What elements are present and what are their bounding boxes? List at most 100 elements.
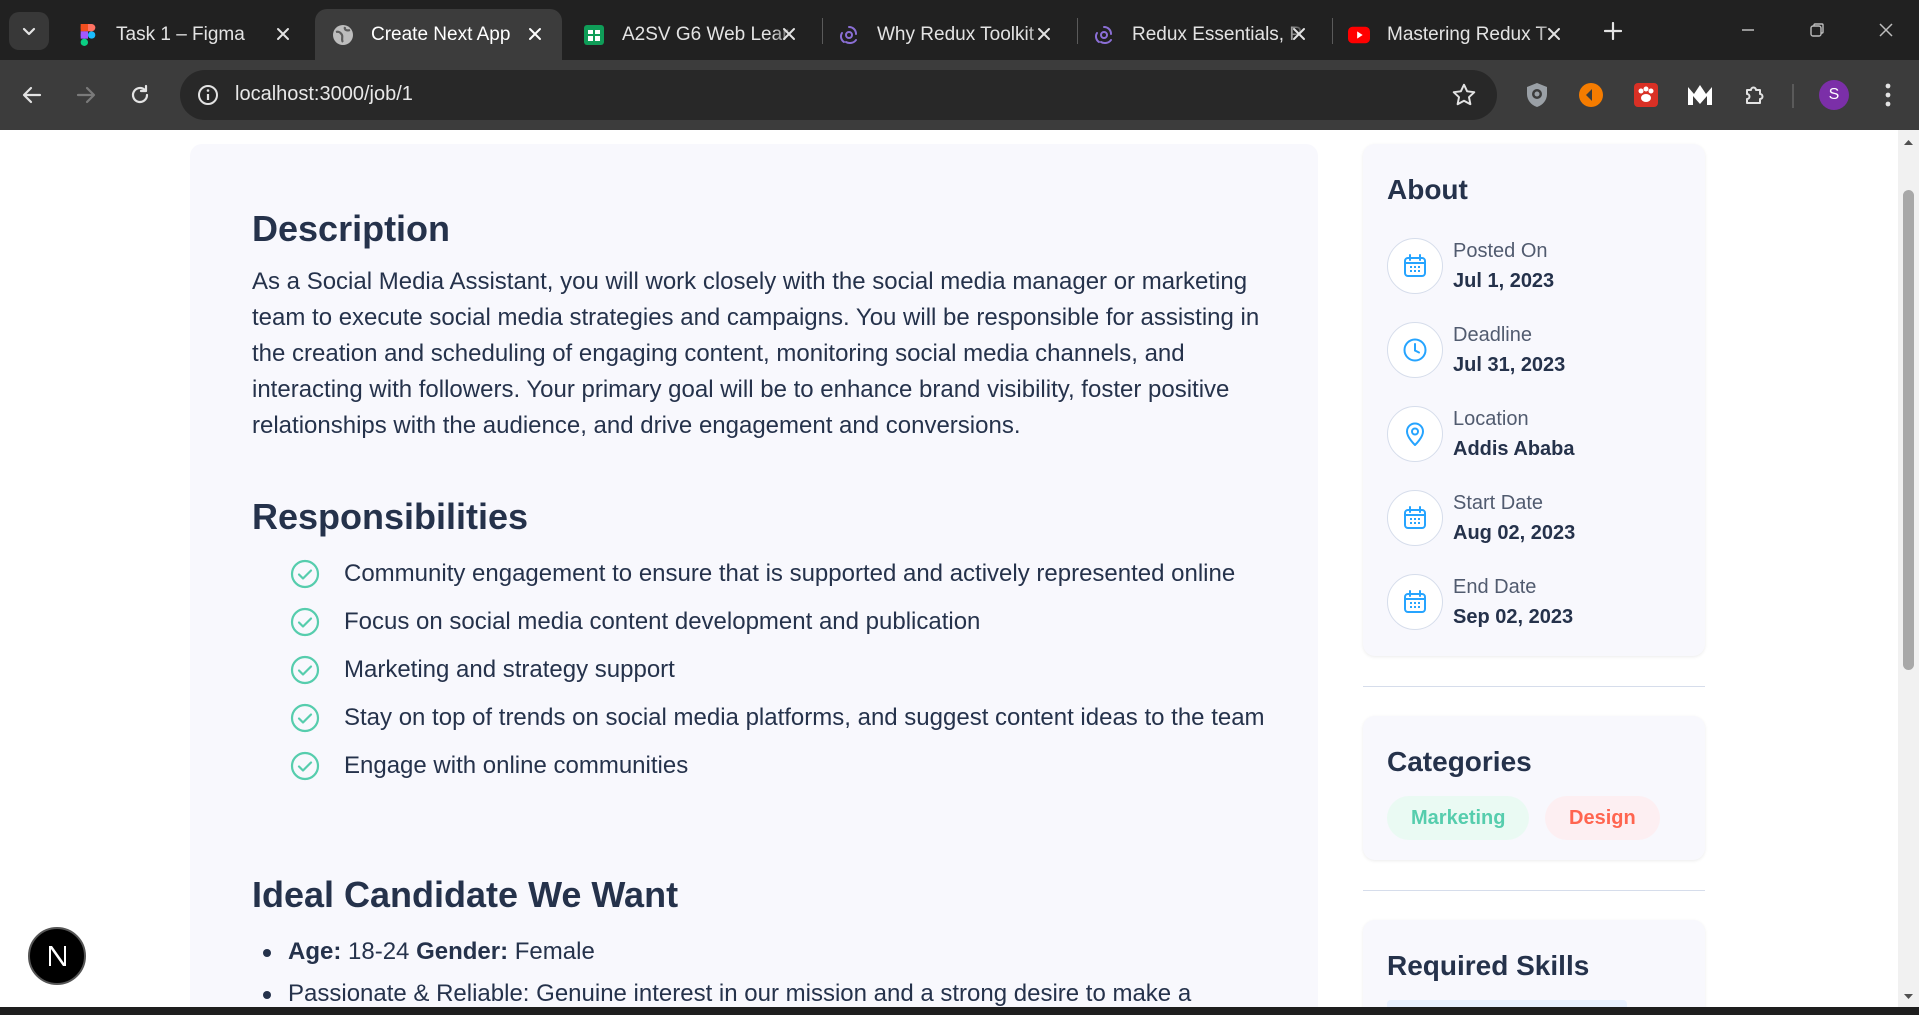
browser-tab-mastering-redux[interactable]: Mastering Redux T [1331,9,1581,60]
browser-menu-button[interactable] [1873,80,1903,110]
plus-icon [1604,22,1622,40]
check-circle-icon [290,607,320,637]
check-circle-icon [290,703,320,733]
about-row-deadline: Deadline Jul 31, 2023 [1387,322,1687,380]
close-icon[interactable] [1035,25,1053,43]
arrow-left-icon [22,86,42,104]
window-bottom-edge [0,1007,1919,1015]
description-text: As a Social Media Assistant, you will wo… [252,268,1260,439]
about-row-location: Location Addis Ababa [1387,406,1687,464]
browser-tab-create-next-app[interactable]: Create Next App [315,9,562,60]
calendar-icon [1387,574,1443,630]
responsibilities-heading: Responsibilities [252,496,529,537]
extension-m[interactable] [1685,80,1715,110]
responsibilities-list: Community engagement to ensure that is s… [290,556,1270,796]
toolbar-separator [1792,84,1794,108]
close-icon[interactable] [1290,25,1308,43]
about-label: Start Date [1453,492,1544,514]
location-pin-icon [1387,406,1443,462]
scroll-down-arrow-icon[interactable] [1902,990,1915,1003]
about-card: About Posted On Jul 1, 2023 Deadline Jul… [1363,144,1705,656]
tab-search-button[interactable] [9,12,49,50]
required-skills-card: Required Skills [1363,920,1705,1007]
close-icon [1879,23,1893,37]
about-label: Deadline [1453,324,1532,346]
tab-title: Create Next App [371,23,511,45]
sidebar-divider [1363,890,1705,891]
responsibility-text: Stay on top of trends on social media pl… [344,704,1265,731]
forward-button[interactable] [68,77,104,113]
list-item: Community engagement to ensure that is s… [290,556,1270,592]
list-item: Focus on social media content developmen… [290,604,1270,640]
about-value: Jul 31, 2023 [1453,354,1566,376]
arrow-right-icon [76,86,96,104]
bookmark-star-icon[interactable] [1451,82,1477,108]
about-value: Aug 02, 2023 [1453,522,1576,544]
responsibility-text: Engage with online communities [344,752,689,779]
nextjs-dev-indicator[interactable] [28,927,86,985]
sidebar-divider [1363,686,1705,687]
categories-heading: Categories [1387,746,1532,777]
puzzle-icon [1746,86,1764,104]
redux-icon [1093,24,1115,46]
tab-title: Task 1 – Figma [116,23,245,45]
new-tab-button[interactable] [1597,15,1629,47]
restore-window-button[interactable] [1797,14,1837,46]
close-icon[interactable] [526,25,544,43]
close-icon[interactable] [1545,25,1563,43]
extension-orange[interactable] [1576,80,1606,110]
close-icon[interactable] [274,25,292,43]
category-chip-marketing[interactable]: Marketing [1387,796,1530,840]
age-label: Age: [288,938,342,965]
scrollbar-thumb[interactable] [1903,190,1914,670]
extension-shield[interactable] [1522,80,1552,110]
about-value: Addis Ababa [1453,438,1575,460]
browser-toolbar: localhost:3000/job/1 S [0,60,1919,130]
check-circle-icon [290,559,320,589]
reload-icon [131,84,149,104]
reload-button[interactable] [122,77,158,113]
scroll-up-arrow-icon[interactable] [1902,136,1915,149]
minimize-window-button[interactable] [1728,14,1768,46]
more-vertical-icon [1885,83,1891,107]
categories-card: Categories Marketing Design [1363,716,1705,860]
tab-title: Why Redux Toolkit [877,23,1034,45]
tab-title: Mastering Redux T [1387,23,1548,45]
close-window-button[interactable] [1866,14,1906,46]
skill-chip [1387,1000,1627,1007]
browser-tab-figma[interactable]: Task 1 – Figma [60,9,310,60]
page-viewport: Description As a Social Media Assistant,… [0,130,1898,1007]
about-row-posted-on: Posted On Jul 1, 2023 [1387,238,1687,296]
extension-orange-icon [1579,83,1603,107]
browser-tab-why-redux-toolkit[interactable]: Why Redux Toolkit [821,9,1071,60]
calendar-icon [1387,238,1443,294]
m-logo-icon [1688,85,1712,105]
list-item: Marketing and strategy support [290,652,1270,688]
browser-tab-redux-essentials[interactable]: Redux Essentials, P [1076,9,1326,60]
browser-tab-strip: Task 1 – Figma Create Next App A2SV G6 W… [0,0,1919,60]
profile-avatar[interactable]: S [1819,80,1849,110]
close-icon[interactable] [780,25,798,43]
check-circle-icon [290,751,320,781]
about-value: Sep 02, 2023 [1453,606,1574,628]
extensions-button[interactable] [1740,80,1770,110]
paw-icon [1634,83,1658,107]
responsibility-text: Marketing and strategy support [344,656,675,683]
about-value: Jul 1, 2023 [1453,270,1555,292]
about-heading: About [1387,174,1468,205]
candidate-trait-text: Passionate & Reliable: Genuine interest … [288,980,1192,1007]
category-chip-design[interactable]: Design [1545,796,1660,840]
sheets-icon [583,24,605,46]
site-info-icon[interactable] [196,83,220,107]
back-button[interactable] [14,77,50,113]
browser-tab-a2sv-sheet[interactable]: A2SV G6 Web Lear [566,9,816,60]
address-bar[interactable]: localhost:3000/job/1 [180,70,1497,120]
ideal-candidate-list: Age: 18-24 Gender: Female Passionate & R… [252,934,1267,1007]
youtube-icon [1348,24,1370,46]
page-scrollbar[interactable] [1898,130,1919,1007]
clock-icon [1387,322,1443,378]
job-details-card: Description As a Social Media Assistant,… [190,144,1318,1007]
shield-icon [1527,83,1547,107]
chevron-down-icon [22,27,36,36]
extension-paw[interactable] [1631,80,1661,110]
